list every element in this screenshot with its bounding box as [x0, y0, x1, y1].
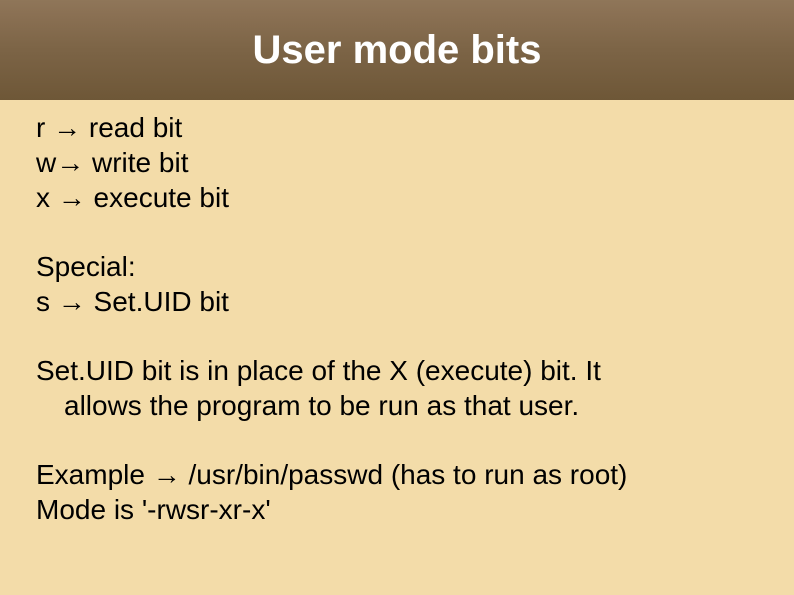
bit-x: x → execute bit: [36, 180, 758, 215]
bit-w: w→ write bit: [36, 145, 758, 180]
explanation-block: Set.UID bit is in place of the X (execut…: [36, 353, 758, 423]
slide-header: User mode bits: [0, 0, 794, 100]
example-block: Example → /usr/bin/passwd (has to run as…: [36, 457, 758, 527]
example-line2: Mode is '-rwsr-xr-x': [36, 492, 758, 527]
special-block: Special: s → Set.UID bit: [36, 249, 758, 319]
bit-r: r → read bit: [36, 110, 758, 145]
explanation-line2: allows the program to be run as that use…: [36, 388, 758, 423]
bits-block: r → read bit w→ write bit x → execute bi…: [36, 110, 758, 215]
slide-title: User mode bits: [253, 28, 542, 73]
explanation-line1: Set.UID bit is in place of the X (execut…: [36, 353, 758, 388]
special-label: Special:: [36, 249, 758, 284]
slide-content: r → read bit w→ write bit x → execute bi…: [0, 100, 794, 527]
example-line1: Example → /usr/bin/passwd (has to run as…: [36, 457, 758, 492]
bit-s: s → Set.UID bit: [36, 284, 758, 319]
